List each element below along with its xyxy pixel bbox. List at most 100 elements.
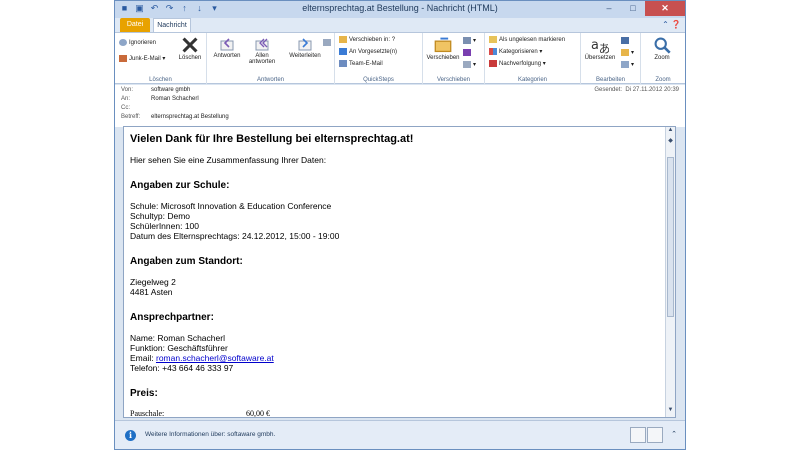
group-label-move: Verschieben bbox=[436, 77, 471, 83]
vertical-scrollbar[interactable]: ▲ ◆ ▼ bbox=[665, 127, 675, 417]
select-icon[interactable]: ▾ bbox=[621, 61, 634, 68]
location-heading: Angaben zum Standort: bbox=[130, 256, 243, 267]
group-label-tags: Kategorien bbox=[517, 77, 548, 83]
reply-all-button[interactable]: Allen antworten bbox=[245, 38, 279, 65]
info-icon: i bbox=[125, 430, 136, 441]
school-heading: Angaben zur Schule: bbox=[130, 180, 230, 191]
forward-icon bbox=[298, 38, 312, 51]
sent-info: Gesendet: Di 27.11.2012 20:39 bbox=[594, 87, 679, 93]
group-label-respond: Antworten bbox=[256, 77, 284, 83]
ignore-icon bbox=[119, 39, 127, 46]
team-mail-icon bbox=[339, 60, 347, 67]
contact-function: Funktion: Geschäftsführer bbox=[130, 343, 228, 353]
delete-button[interactable]: Löschen bbox=[175, 36, 205, 61]
move-button[interactable]: Verschieben bbox=[425, 36, 461, 61]
scroll-icon[interactable]: ◆ bbox=[666, 137, 675, 147]
actions-icon[interactable]: ▾ bbox=[463, 61, 476, 68]
school-line: SchülerInnen: 100 bbox=[130, 221, 199, 231]
contact-email-line: Email: roman.schacherl@softaware.at bbox=[130, 353, 274, 363]
person-icon[interactable] bbox=[630, 427, 646, 443]
flag-icon bbox=[489, 60, 497, 67]
reply-icon bbox=[220, 38, 234, 51]
categorize-button[interactable]: Kategorisieren ▾ bbox=[489, 48, 542, 55]
ignore-button[interactable]: Ignorieren bbox=[119, 39, 156, 46]
people-pane-bar: i Weitere Informationen über: softaware … bbox=[115, 420, 685, 449]
group-label-quicksteps: QuickSteps bbox=[363, 77, 394, 83]
title-bar: ■ ▣ ↶ ↷ ↑ ↓ ▾ elternsprechtag.at Bestell… bbox=[115, 1, 685, 18]
junk-icon bbox=[119, 55, 127, 62]
from-row: Von: software gmbh bbox=[121, 87, 191, 93]
help-icon[interactable]: ⌃ ❓ bbox=[662, 20, 681, 29]
tab-message[interactable]: Nachricht bbox=[153, 18, 191, 32]
folder-arrow-icon bbox=[339, 36, 347, 43]
price-value: 60,00 € bbox=[246, 409, 270, 418]
unread-envelope-icon bbox=[489, 36, 497, 43]
message-body[interactable]: Vielen Dank für Ihre Bestellung bei elte… bbox=[123, 126, 676, 418]
reply-all-icon bbox=[255, 38, 269, 51]
body-heading: Vielen Dank für Ihre Bestellung bei elte… bbox=[130, 133, 414, 145]
translate-button[interactable]: aあ Übersetzen bbox=[582, 36, 618, 61]
group-tags: Als ungelesen markieren Kategorisieren ▾… bbox=[485, 33, 581, 84]
body-intro: Hier sehen Sie eine Zusammenfassung Ihre… bbox=[130, 155, 327, 165]
group-delete: Ignorieren Junk-E-Mail ▾ Löschen Löschen bbox=[115, 33, 207, 84]
cc-row: Cc: bbox=[121, 105, 130, 111]
quickstep-move-to[interactable]: Verschieben in: ? bbox=[339, 36, 395, 43]
scroll-down-icon[interactable]: ▼ bbox=[666, 407, 675, 417]
to-row: An: Roman Schacherl bbox=[121, 96, 199, 102]
forward-button[interactable]: Weiterleiten bbox=[287, 38, 323, 59]
people-info-text[interactable]: Weitere Informationen über: softaware gm… bbox=[145, 431, 275, 438]
ribbon-tabs: Datei Nachricht ⌃ ❓ bbox=[115, 18, 685, 32]
location-line: Ziegelweg 2 bbox=[130, 277, 176, 287]
onenote-icon[interactable] bbox=[463, 49, 473, 56]
tab-file[interactable]: Datei bbox=[120, 18, 150, 32]
ribbon: Ignorieren Junk-E-Mail ▾ Löschen Löschen… bbox=[115, 32, 685, 84]
person-icon[interactable] bbox=[647, 427, 663, 443]
scroll-up-icon[interactable]: ▲ bbox=[666, 127, 675, 137]
delete-x-icon bbox=[182, 37, 198, 53]
group-label-edit: Bearbeiten bbox=[595, 77, 626, 83]
from-value[interactable]: software gmbh bbox=[151, 87, 190, 93]
more-respond-icon[interactable] bbox=[323, 39, 333, 46]
school-line: Schultyp: Demo bbox=[130, 211, 190, 221]
svg-text:a: a bbox=[591, 38, 599, 53]
contact-phone: Telefon: +43 664 46 333 97 bbox=[130, 363, 234, 373]
group-label-zoom: Zoom bbox=[655, 77, 671, 83]
zoom-button[interactable]: Zoom bbox=[645, 36, 679, 61]
junk-mail-button[interactable]: Junk-E-Mail ▾ bbox=[119, 55, 165, 62]
group-edit: aあ Übersetzen ▾ ▾ Bearbeiten bbox=[581, 33, 641, 84]
translate-icon: aあ bbox=[591, 38, 609, 54]
location-line: 4481 Asten bbox=[130, 287, 173, 297]
related-icon[interactable]: ▾ bbox=[621, 49, 634, 56]
scrollbar-thumb[interactable] bbox=[667, 157, 674, 317]
school-line: Schule: Microsoft Innovation & Education… bbox=[130, 201, 332, 211]
group-zoom: Zoom Zoom bbox=[641, 33, 685, 84]
price-label: Pauschale: bbox=[130, 409, 165, 418]
to-value[interactable]: Roman Schacherl bbox=[151, 96, 199, 102]
maximize-button[interactable]: □ bbox=[621, 1, 645, 16]
expand-people-pane-icon[interactable]: ⌃ bbox=[671, 430, 677, 438]
close-button[interactable]: ✕ bbox=[645, 1, 685, 16]
sent-date: Di 27.11.2012 20:39 bbox=[625, 87, 679, 93]
rules-icon[interactable]: ▾ bbox=[463, 37, 476, 44]
group-respond: Antworten Allen antworten Weiterleiten A… bbox=[207, 33, 335, 84]
price-heading: Preis: bbox=[130, 388, 158, 399]
outlook-message-window: ■ ▣ ↶ ↷ ↑ ↓ ▾ elternsprechtag.at Bestell… bbox=[114, 0, 686, 450]
manager-arrow-icon bbox=[339, 48, 347, 55]
reply-button[interactable]: Antworten bbox=[210, 38, 244, 59]
subject-row: Betreff: elternsprechtag.at Bestellung bbox=[121, 114, 229, 120]
message-header: Von: software gmbh An: Roman Schacherl Cc:… bbox=[115, 85, 685, 127]
contact-pictures bbox=[630, 427, 663, 443]
follow-up-button[interactable]: Nachverfolgung ▾ bbox=[489, 60, 546, 67]
contact-email-link[interactable]: roman.schacherl@softaware.at bbox=[156, 353, 274, 363]
group-quicksteps: Verschieben in: ? An Vorgesetzte(n) Team… bbox=[335, 33, 423, 84]
price-row: Pauschale: 60,00 € bbox=[130, 409, 660, 418]
category-icon bbox=[489, 48, 497, 55]
minimize-button[interactable]: – bbox=[597, 1, 621, 16]
quickstep-team-email[interactable]: Team-E-Mail bbox=[339, 60, 383, 67]
group-move: Verschieben ▾ ▾ Verschieben bbox=[423, 33, 485, 84]
mark-unread-button[interactable]: Als ungelesen markieren bbox=[489, 36, 565, 43]
quickstep-to-manager[interactable]: An Vorgesetzte(n) bbox=[339, 48, 397, 55]
contact-heading: Ansprechpartner: bbox=[130, 312, 214, 323]
school-line: Datum des Elternsprechtags: 24.12.2012, … bbox=[130, 231, 340, 241]
find-icon[interactable] bbox=[621, 37, 631, 44]
